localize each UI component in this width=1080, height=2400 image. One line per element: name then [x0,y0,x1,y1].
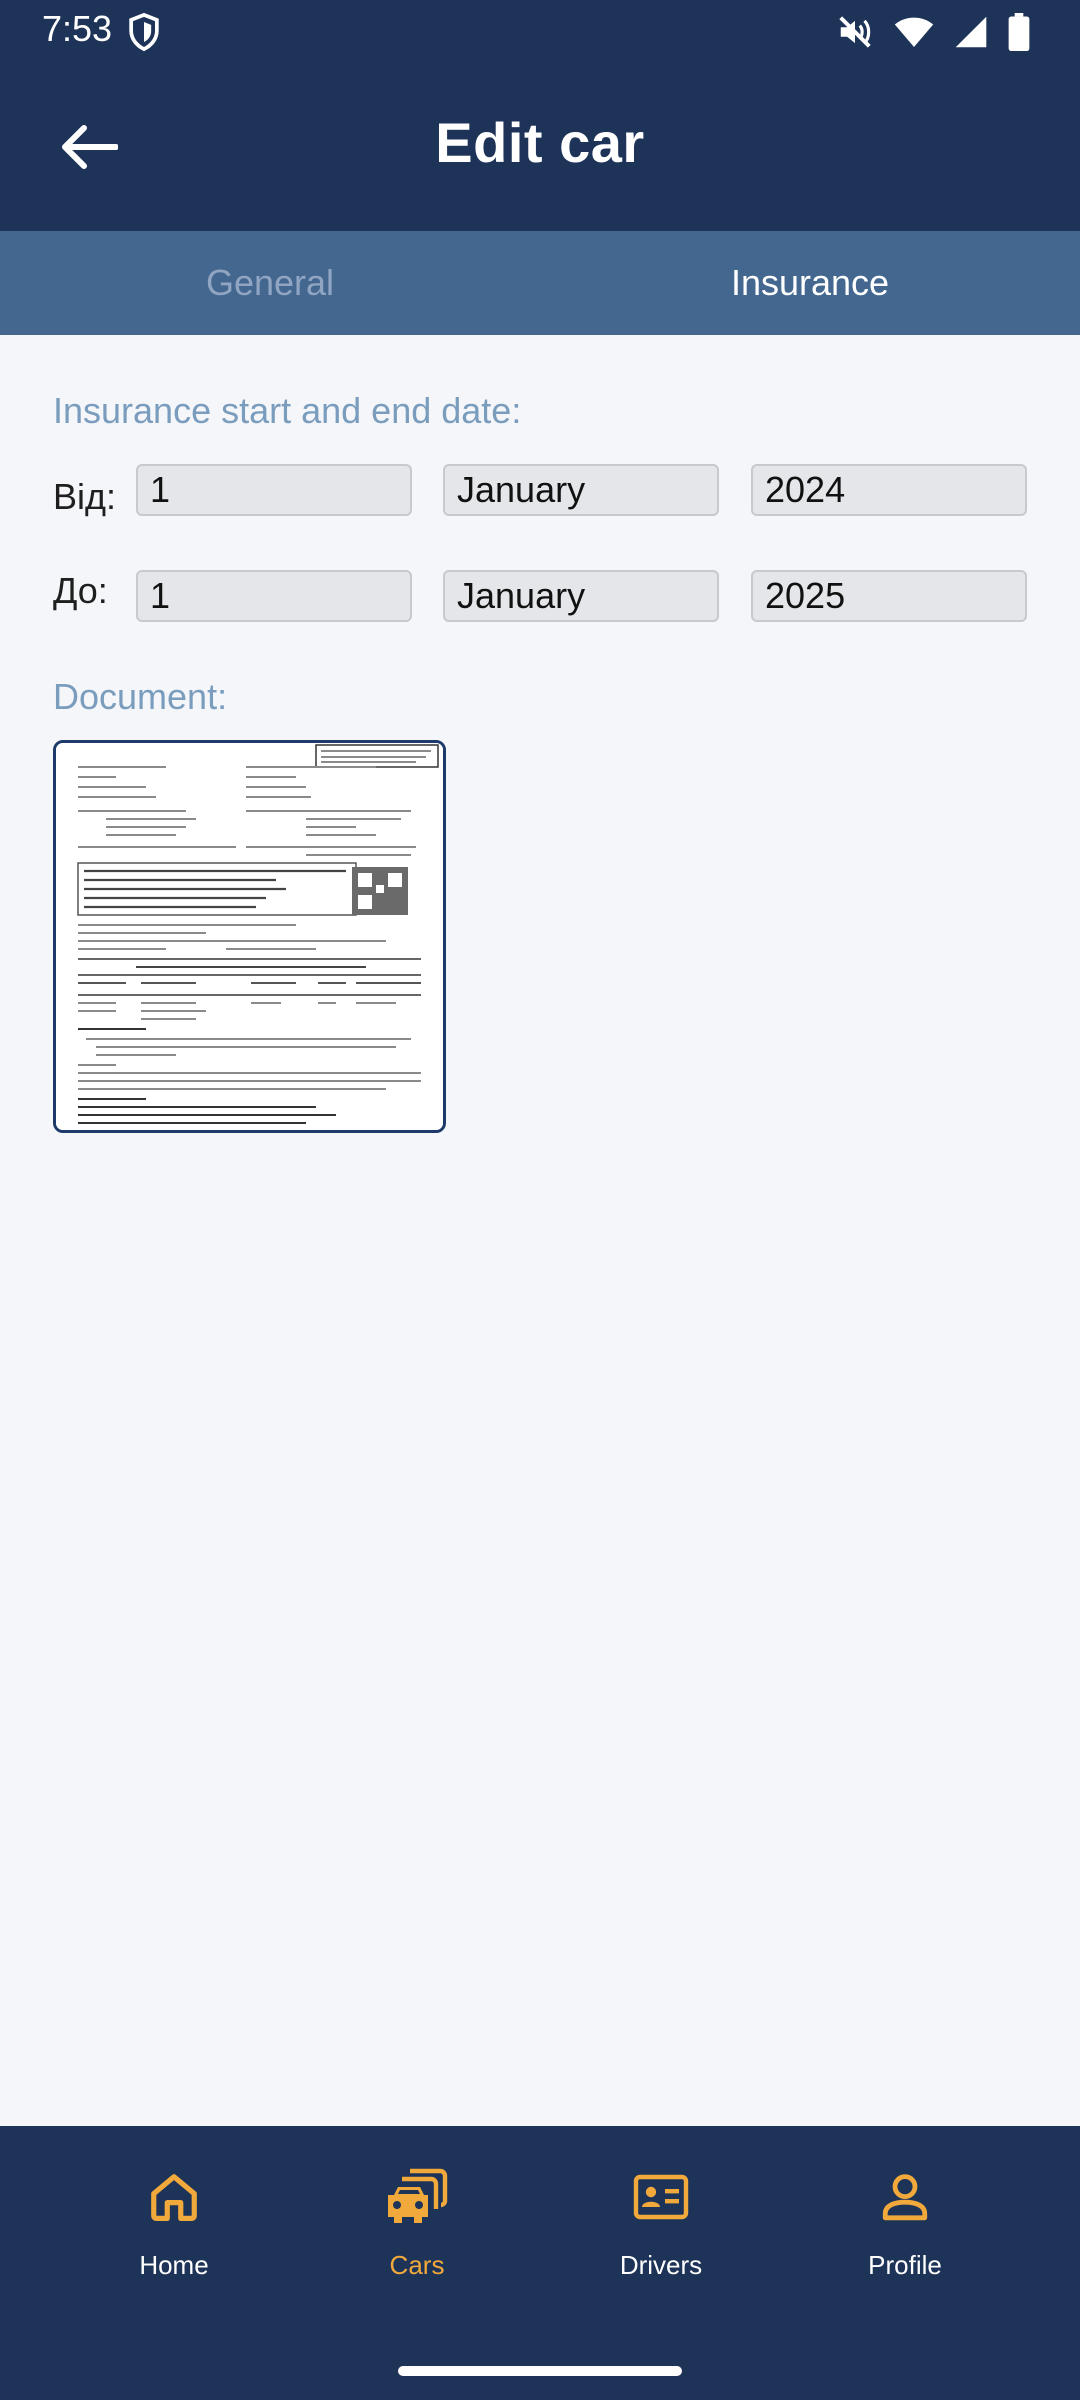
from-label: Від: [53,476,117,517]
document-label: Document: [53,676,228,717]
page-title: Edit car [435,111,645,174]
person-icon [882,2174,928,2221]
home-indicator[interactable] [398,2366,682,2376]
cars-icon [388,2168,448,2223]
from-year-field[interactable]: 2024 [751,464,1027,516]
signal-icon [955,16,987,48]
to-day-field[interactable]: 1 [136,570,412,622]
nav-drivers[interactable]: Drivers [561,2166,761,2316]
battery-icon [1008,13,1030,51]
app-header: 7:53 Edit car [0,0,1080,231]
from-day-field[interactable]: 1 [136,464,412,516]
document-thumbnail[interactable] [53,740,446,1133]
home-icon [151,2174,197,2221]
tab-bar: General Insurance [0,231,1080,335]
to-month-field[interactable]: January [443,570,719,622]
nav-home[interactable]: Home [74,2166,274,2316]
to-year-field[interactable]: 2025 [751,570,1027,622]
nav-profile[interactable]: Profile [805,2166,1005,2316]
bottom-nav: Home Cars Drivers Profile [0,2126,1080,2400]
mute-icon [839,16,871,48]
insurance-document-image [56,743,443,1130]
shield-icon [129,12,159,52]
tab-insurance[interactable]: Insurance [540,231,1080,335]
id-card-icon [633,2174,689,2220]
wifi-icon [894,17,934,47]
nav-home-label: Home [139,2250,209,2280]
insurance-dates-label: Insurance start and end date: [53,390,522,431]
status-icons [836,12,1030,52]
nav-profile-label: Profile [868,2250,942,2280]
status-bar: 7:53 [0,0,1080,62]
to-label: До: [53,570,108,611]
from-month-field[interactable]: January [443,464,719,516]
nav-drivers-label: Drivers [619,2250,703,2280]
nav-cars-label: Cars [389,2250,445,2280]
status-time: 7:53 [42,8,113,49]
nav-cars[interactable]: Cars [317,2166,517,2316]
tab-general[interactable]: General [0,231,540,335]
